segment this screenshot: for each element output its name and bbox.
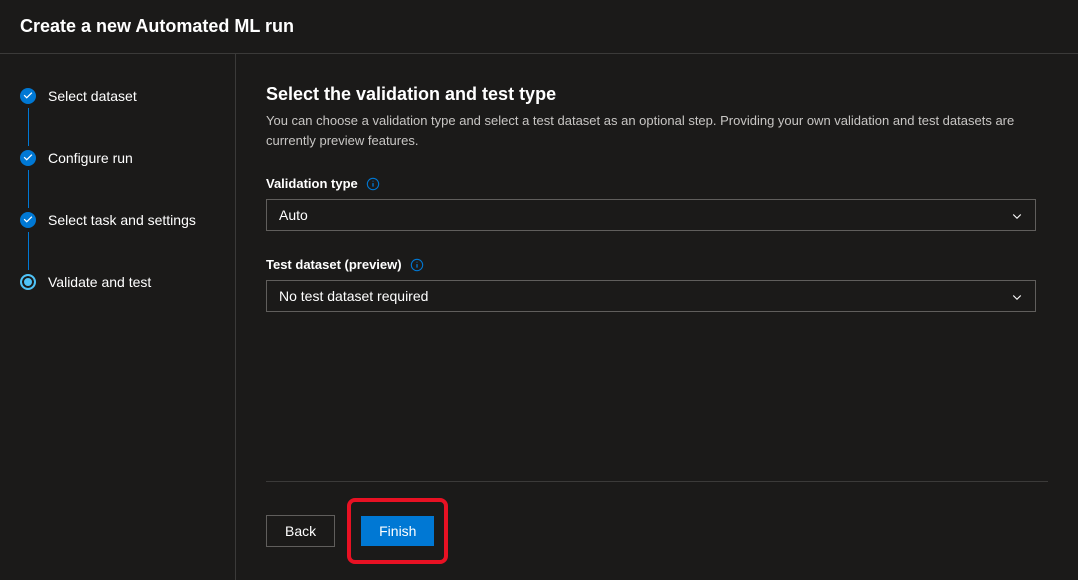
content-title: Select the validation and test type: [266, 84, 1048, 105]
checkmark-icon: [20, 212, 36, 228]
validation-type-label: Validation type: [266, 176, 1048, 191]
validation-type-select[interactable]: Auto: [266, 199, 1036, 231]
step-connector: [28, 108, 29, 146]
main-container: Select dataset Configure run Select task…: [0, 54, 1078, 580]
step-select-task[interactable]: Select task and settings: [20, 212, 215, 228]
content-subtitle: You can choose a validation type and sel…: [266, 111, 1048, 150]
select-value: Auto: [279, 207, 308, 223]
step-connector: [28, 170, 29, 208]
step-validate-test[interactable]: Validate and test: [20, 274, 215, 290]
select-value: No test dataset required: [279, 288, 428, 304]
step-label: Configure run: [48, 150, 133, 166]
info-icon[interactable]: [410, 258, 424, 272]
page-header: Create a new Automated ML run: [0, 0, 1078, 54]
step-label: Validate and test: [48, 274, 151, 290]
test-dataset-select[interactable]: No test dataset required: [266, 280, 1036, 312]
checkmark-icon: [20, 88, 36, 104]
content-panel: Select the validation and test type You …: [236, 54, 1078, 580]
info-icon[interactable]: [366, 177, 380, 191]
chevron-down-icon: [1011, 209, 1023, 221]
checkmark-icon: [20, 150, 36, 166]
step-label: Select dataset: [48, 88, 137, 104]
validation-type-field: Validation type Auto: [266, 176, 1048, 231]
finish-highlight: Finish: [347, 498, 448, 564]
page-title: Create a new Automated ML run: [20, 16, 1058, 37]
field-label-text: Test dataset (preview): [266, 257, 402, 272]
field-label-text: Validation type: [266, 176, 358, 191]
test-dataset-field: Test dataset (preview) No test dataset r…: [266, 257, 1048, 312]
back-button[interactable]: Back: [266, 515, 335, 547]
footer-actions: Back Finish: [266, 481, 1048, 580]
wizard-steps-sidebar: Select dataset Configure run Select task…: [0, 54, 236, 580]
step-configure-run[interactable]: Configure run: [20, 150, 215, 166]
test-dataset-label: Test dataset (preview): [266, 257, 1048, 272]
step-label: Select task and settings: [48, 212, 196, 228]
finish-button[interactable]: Finish: [361, 516, 434, 546]
step-connector: [28, 232, 29, 270]
content-body: Select the validation and test type You …: [266, 84, 1048, 481]
current-step-icon: [20, 274, 36, 290]
step-select-dataset[interactable]: Select dataset: [20, 88, 215, 104]
chevron-down-icon: [1011, 290, 1023, 302]
